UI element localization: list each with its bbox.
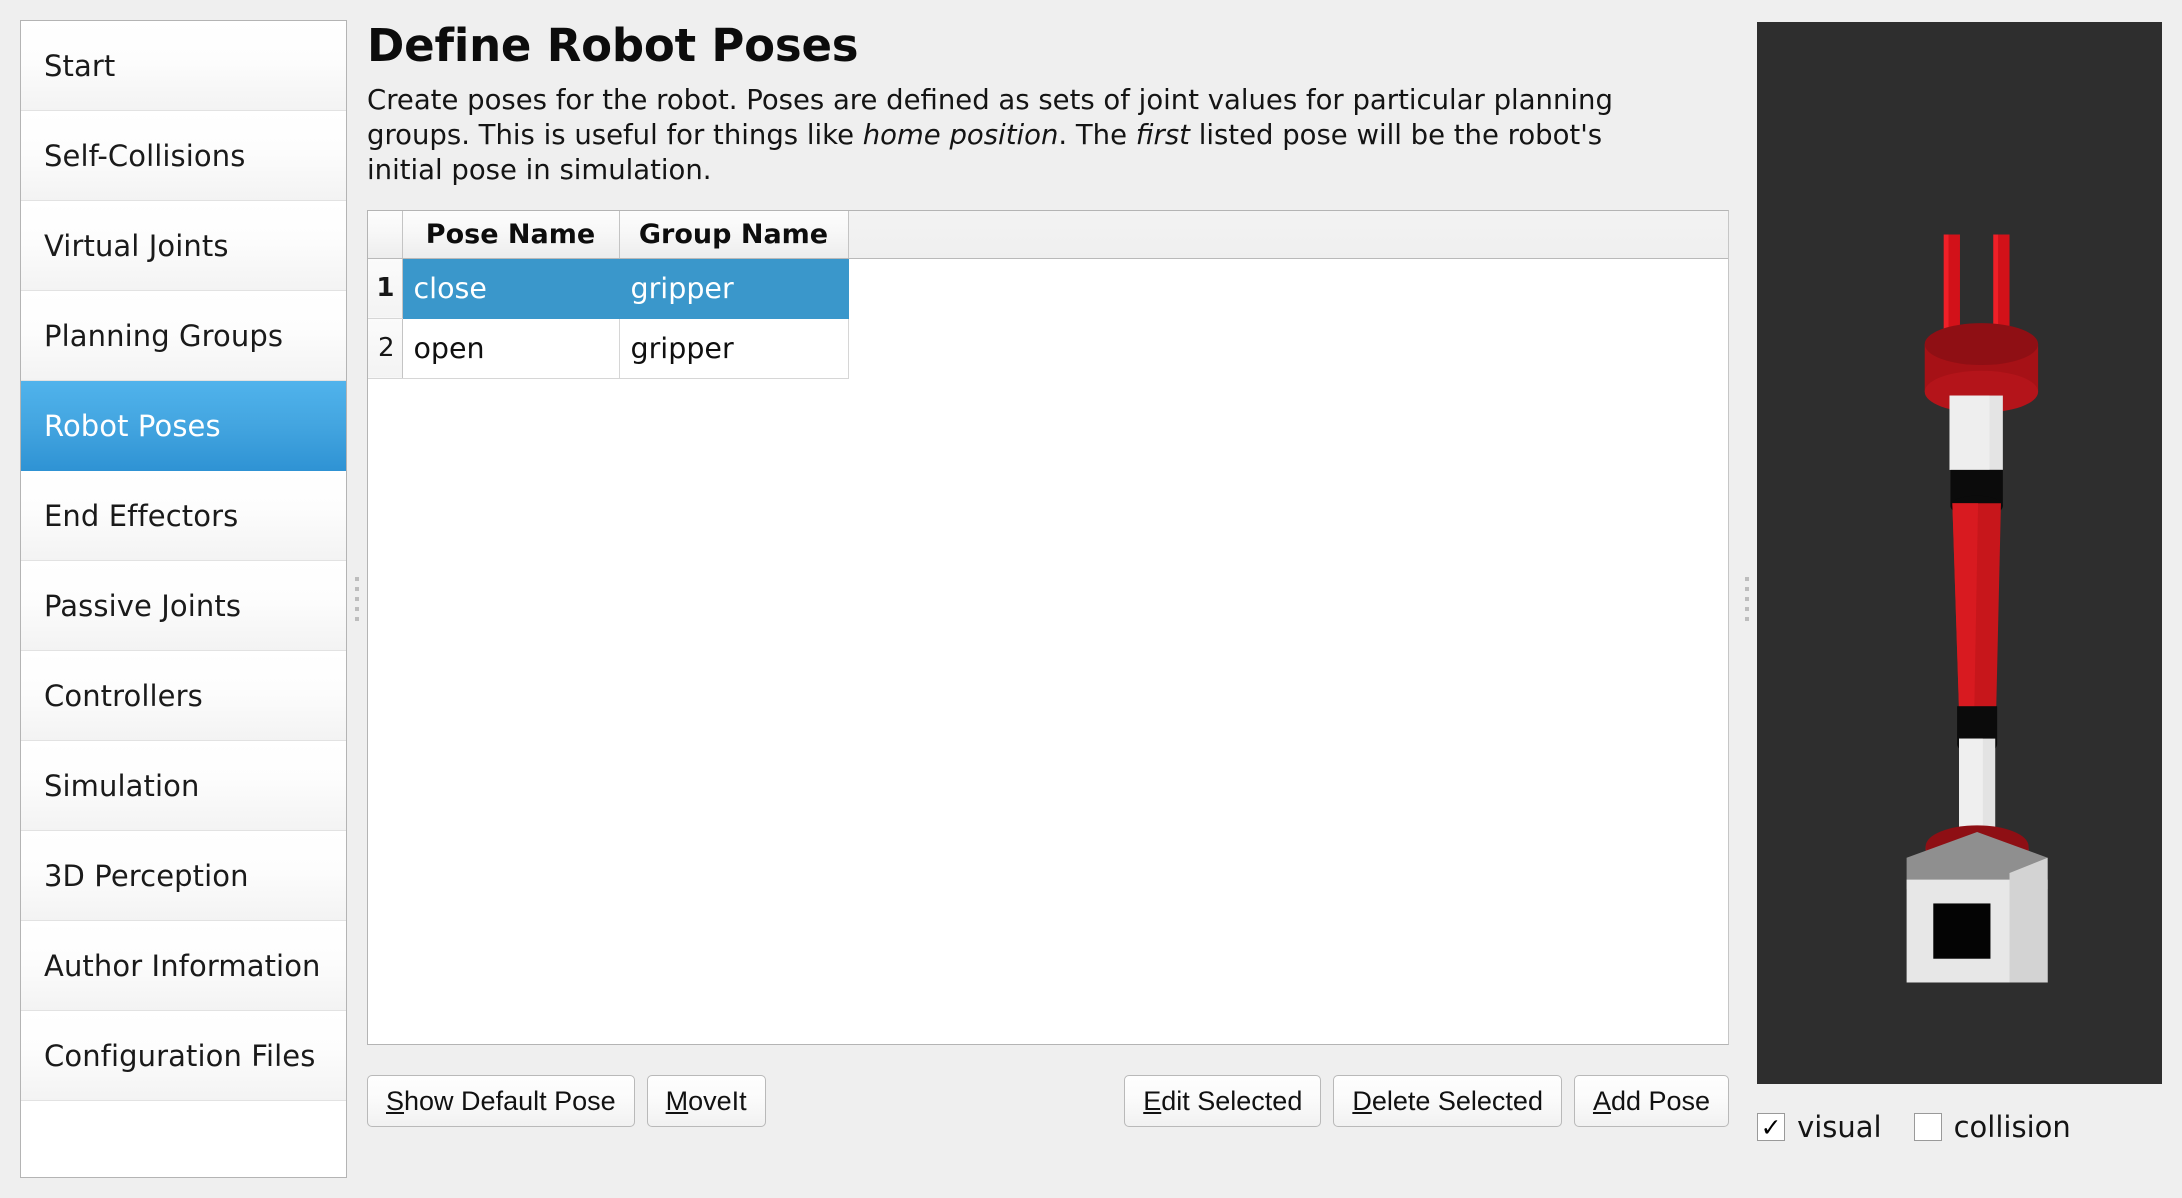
sidebar-item-virtual-joints[interactable]: Virtual Joints bbox=[21, 201, 346, 291]
mnemonic-letter: E bbox=[1143, 1085, 1162, 1116]
checkbox-unchecked-icon bbox=[1913, 1113, 1942, 1141]
cell-group-name[interactable]: gripper bbox=[619, 318, 849, 379]
sidebar-item-configuration-files[interactable]: Configuration Files bbox=[21, 1011, 346, 1101]
table-row[interactable]: 2 open gripper bbox=[368, 318, 1729, 379]
page-description: Create poses for the robot. Poses are de… bbox=[367, 83, 1659, 188]
action-button-bar: Show Default Pose MoveIt Edit Selected D… bbox=[367, 1045, 1737, 1141]
sidebar-item-label: Planning Groups bbox=[44, 318, 284, 353]
sidebar-item-self-collisions[interactable]: Self-Collisions bbox=[21, 111, 346, 201]
mnemonic-letter: A bbox=[1592, 1085, 1611, 1116]
splitter-grip-dots bbox=[355, 577, 359, 621]
button-label-rest: dd Pose bbox=[1610, 1085, 1711, 1116]
mnemonic-letter: S bbox=[386, 1085, 405, 1116]
cell-group-name[interactable]: gripper bbox=[619, 258, 849, 319]
sidebar-empty-area bbox=[21, 1101, 346, 1165]
wrist-link-white bbox=[1949, 395, 2003, 470]
collision-checkbox-label: collision bbox=[1953, 1109, 2071, 1144]
sidebar-item-label: Controllers bbox=[44, 678, 203, 713]
sidebar-item-label: Passive Joints bbox=[44, 588, 242, 623]
navigation-sidebar: Start Self-Collisions Virtual Joints Pla… bbox=[20, 20, 347, 1178]
sidebar-item-list: Start Self-Collisions Virtual Joints Pla… bbox=[21, 21, 346, 1165]
sidebar-item-start[interactable]: Start bbox=[21, 21, 346, 111]
cell-pose-name[interactable]: close bbox=[402, 258, 620, 319]
sidebar-item-label: Self-Collisions bbox=[44, 138, 246, 173]
row-number[interactable]: 1 bbox=[368, 258, 403, 319]
sidebar-item-controllers[interactable]: Controllers bbox=[21, 651, 346, 741]
poses-table: Pose Name Group Name 1 close gripper 2 o bbox=[368, 211, 1729, 379]
button-label-rest: how Default Pose bbox=[404, 1085, 616, 1116]
delete-selected-button[interactable]: Delete Selected bbox=[1333, 1075, 1562, 1128]
poses-table-body: 1 close gripper 2 open gripper bbox=[368, 258, 1729, 379]
mnemonic-letter: M bbox=[665, 1085, 689, 1116]
show-default-pose-button[interactable]: Show Default Pose bbox=[367, 1075, 635, 1128]
checkbox-checked-icon: ✓ bbox=[1757, 1113, 1786, 1141]
table-corner-header[interactable] bbox=[368, 211, 403, 259]
table-header-row: Pose Name Group Name bbox=[368, 211, 1729, 259]
visual-checkbox[interactable]: ✓ visual bbox=[1757, 1109, 1882, 1144]
cell-filler bbox=[848, 258, 1729, 319]
sidebar-item-label: End Effectors bbox=[44, 498, 239, 533]
column-header-filler bbox=[848, 211, 1729, 259]
page-title: Define Robot Poses bbox=[367, 19, 859, 72]
sidebar-item-3d-perception[interactable]: 3D Perception bbox=[21, 831, 346, 921]
column-header-pose-name[interactable]: Pose Name bbox=[402, 211, 620, 259]
edit-selected-button[interactable]: Edit Selected bbox=[1124, 1075, 1322, 1128]
table-row[interactable]: 1 close gripper bbox=[368, 258, 1729, 319]
description-emphasis-home-position: home position bbox=[862, 119, 1059, 152]
sidebar-item-robot-poses[interactable]: Robot Poses bbox=[21, 381, 346, 471]
robot-visualization-pane: ✓ visual collision bbox=[1757, 0, 2182, 1198]
arm-link-red bbox=[1952, 503, 2002, 711]
moveit-setup-assistant-window: Start Self-Collisions Virtual Joints Pla… bbox=[0, 0, 2182, 1198]
moveit-button[interactable]: MoveIt bbox=[646, 1075, 766, 1128]
sidebar-item-author-information[interactable]: Author Information bbox=[21, 921, 346, 1011]
sidebar-item-end-effectors[interactable]: End Effectors bbox=[21, 471, 346, 561]
sidebar-item-planning-groups[interactable]: Planning Groups bbox=[21, 291, 346, 381]
add-pose-button[interactable]: Add Pose bbox=[1573, 1075, 1730, 1128]
sidebar-item-label: Robot Poses bbox=[44, 408, 221, 443]
row-number[interactable]: 2 bbox=[368, 318, 403, 379]
sidebar-item-label: 3D Perception bbox=[44, 858, 249, 893]
display-options-row: ✓ visual collision bbox=[1757, 1084, 2162, 1156]
sidebar-item-label: Configuration Files bbox=[44, 1038, 316, 1073]
mnemonic-letter: D bbox=[1352, 1085, 1372, 1116]
cell-pose-name[interactable]: open bbox=[402, 318, 620, 379]
button-label-rest: elete Selected bbox=[1371, 1085, 1543, 1116]
sidebar-item-label: Start bbox=[44, 48, 116, 83]
sidebar-item-simulation[interactable]: Simulation bbox=[21, 741, 346, 831]
cell-filler bbox=[848, 318, 1729, 379]
poses-table-container: Pose Name Group Name 1 close gripper 2 o bbox=[367, 210, 1730, 1046]
base-mount-box bbox=[1906, 831, 2048, 983]
button-label-rest: dit Selected bbox=[1161, 1085, 1303, 1116]
right-splitter-handle[interactable] bbox=[1737, 0, 1758, 1198]
splitter-grip-dots bbox=[1745, 577, 1750, 621]
sidebar-item-passive-joints[interactable]: Passive Joints bbox=[21, 561, 346, 651]
sidebar-item-label: Virtual Joints bbox=[44, 228, 229, 263]
rviz-3d-viewport[interactable] bbox=[1757, 22, 2163, 1084]
column-header-group-name[interactable]: Group Name bbox=[619, 211, 849, 259]
button-label-rest: oveIt bbox=[688, 1085, 747, 1116]
main-content-pane: Define Robot Poses Create poses for the … bbox=[367, 0, 1737, 1198]
robot-model-render bbox=[1906, 234, 2048, 983]
visual-checkbox-label: visual bbox=[1797, 1109, 1882, 1144]
sidebar-item-label: Simulation bbox=[44, 768, 200, 803]
poses-table-header: Pose Name Group Name bbox=[368, 211, 1729, 259]
sidebar-item-label: Author Information bbox=[44, 948, 321, 983]
left-splitter-handle[interactable] bbox=[347, 0, 367, 1198]
description-part-2: . The bbox=[1058, 119, 1136, 152]
collision-checkbox[interactable]: collision bbox=[1913, 1109, 2071, 1144]
description-emphasis-first: first bbox=[1135, 119, 1190, 152]
